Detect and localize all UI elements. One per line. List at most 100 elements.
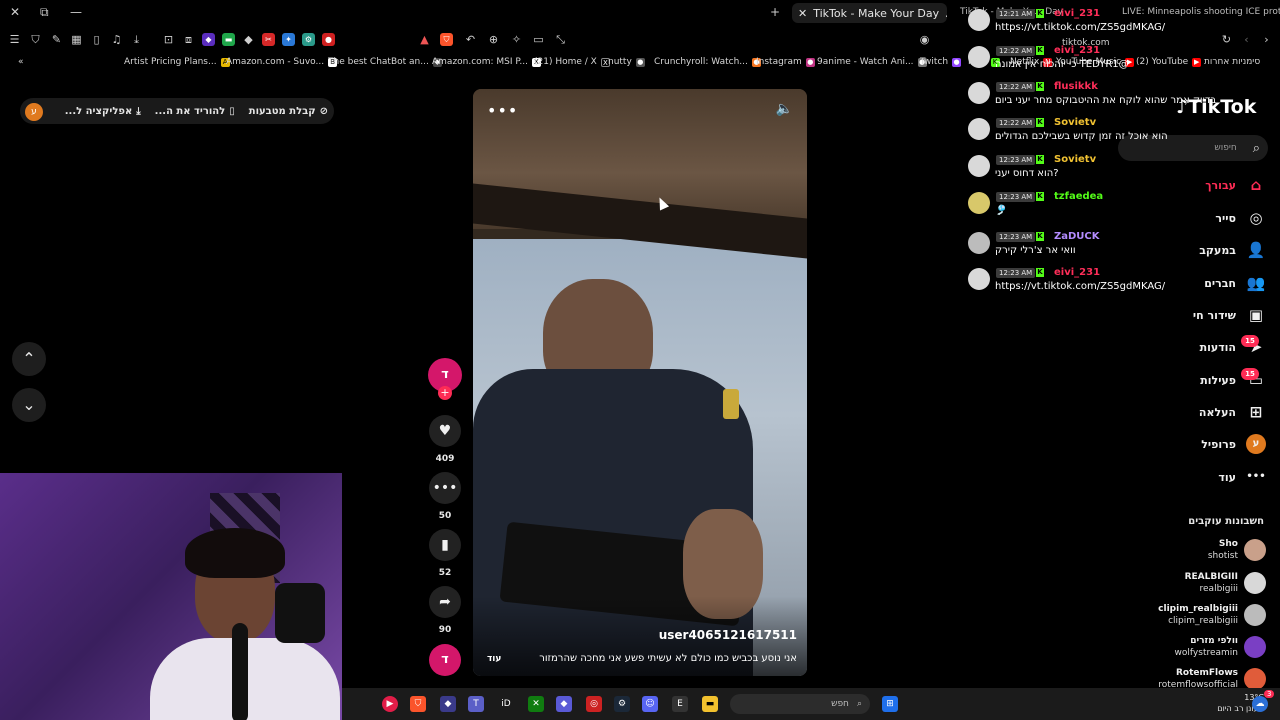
zoom-icon[interactable]: ⊕ <box>487 33 500 46</box>
sidebar-icon[interactable]: ▯ <box>90 33 103 46</box>
nav-for-you[interactable]: עבורך ⌂ <box>1205 175 1266 195</box>
taskbar-search-input[interactable]: חפש ⌕ <box>730 694 870 714</box>
file-explorer-icon[interactable]: ▬ <box>702 696 718 712</box>
sound-disc[interactable]: ד <box>429 644 461 676</box>
app-icon[interactable]: iD <box>498 696 514 712</box>
get-coins-button[interactable]: ⊘ קבלת מטבעות <box>249 106 328 117</box>
cast-icon[interactable]: ▭ <box>532 33 545 46</box>
menu-icon[interactable]: ☰ <box>8 33 21 46</box>
previous-video-button[interactable]: ⌃ <box>12 342 46 376</box>
bookmark[interactable]: 9anime - Watch Ani... ● <box>817 57 927 67</box>
minimize-icon[interactable]: — <box>70 5 82 19</box>
extension-icon[interactable]: ◆ <box>242 33 255 46</box>
following-account[interactable]: REALBIGIII realbigiii <box>1185 571 1266 595</box>
nav-live[interactable]: שידור חי ▣ <box>1193 305 1266 325</box>
app-icon[interactable]: ◆ <box>556 696 572 712</box>
nav-profile[interactable]: פרופיל ע <box>1201 434 1266 454</box>
epic-games-icon[interactable]: E <box>672 696 688 712</box>
brave-browser-icon[interactable]: ⛉ <box>410 696 426 712</box>
shield-icon[interactable]: ⛉ <box>29 33 42 46</box>
download-icon[interactable]: ⤓ <box>130 33 143 46</box>
pen-icon[interactable]: ✎ <box>50 33 63 46</box>
bookmark-label: Instagram <box>756 57 802 67</box>
bookmark[interactable]: Crunchyroll: Watch... ● <box>654 57 761 67</box>
chat-time: 12:23 AM <box>996 232 1036 242</box>
like-button[interactable]: ♥ <box>429 415 461 447</box>
steam-icon[interactable]: ⚙ <box>614 696 630 712</box>
bookmark[interactable]: Twitch ● <box>920 57 962 67</box>
app-icon[interactable]: ◎ <box>586 696 602 712</box>
app-icon[interactable]: ◆ <box>440 696 456 712</box>
caption-more-button[interactable]: עוד <box>487 654 501 664</box>
music-icon[interactable]: ♫ <box>110 33 123 46</box>
weather-icon[interactable]: ☁ <box>1252 696 1268 712</box>
video-username[interactable]: user4065121617511 <box>659 628 797 642</box>
tab-third[interactable]: LIVE: Minneapolis shooting ICE protes <box>1122 7 1280 17</box>
nav-friends[interactable]: חברים 👥 <box>1204 273 1266 293</box>
bookmark[interactable]: Amazon.com: MSI P... X <box>432 57 541 67</box>
media-app-icon[interactable]: ▶ <box>382 696 398 712</box>
nav-label: במעקב <box>1199 243 1236 257</box>
back-icon[interactable]: ‹ <box>1240 33 1253 46</box>
bookmark[interactable]: (21) Home / XX <box>534 57 610 67</box>
puzzle-icon[interactable]: ⧈ <box>182 33 195 46</box>
reload-icon[interactable]: ↻ <box>1220 33 1233 46</box>
bookmark-favicon-icon: ● <box>635 57 645 67</box>
bookmark[interactable]: Instagram ● <box>756 57 815 67</box>
xbox-icon[interactable]: ✕ <box>528 696 544 712</box>
bookmark[interactable]: Artist Pricing Plans... A <box>124 57 230 67</box>
video-player[interactable]: ••• 🔈 user4065121617511 אני נוסע בכביש כ… <box>473 89 807 676</box>
avatar[interactable]: ע <box>25 103 43 121</box>
speaker-icon[interactable]: 🔈 <box>776 101 793 117</box>
tab-close-icon[interactable]: ✕ <box>798 7 807 20</box>
extension-icon[interactable]: ✂ <box>262 33 275 46</box>
restore-icon[interactable]: ⧉ <box>40 5 49 20</box>
extension-icon[interactable]: ◆ <box>202 33 215 46</box>
translate-icon[interactable]: ⤡ <box>554 33 567 46</box>
nav-upload[interactable]: העלאה ⊞ <box>1199 402 1266 422</box>
follow-plus-icon[interactable]: + <box>438 386 452 400</box>
nav-explore[interactable]: סייר ◎ <box>1215 208 1266 228</box>
nav-label: העלאה <box>1198 405 1236 419</box>
teams-icon[interactable]: T <box>468 696 484 712</box>
close-window-icon[interactable]: ✕ <box>10 5 20 19</box>
chat-username: tzfaedea <box>1054 191 1104 202</box>
following-account[interactable]: clipim_realbigiii clipim_realbigiii <box>1158 603 1266 627</box>
chat-time: 12:21 AM <box>996 9 1036 19</box>
windows-start-icon[interactable]: ⊞ <box>882 696 898 712</box>
extension-icon[interactable]: ✦ <box>282 33 295 46</box>
app-for-button[interactable]: ⤓ אפליקציה ל... <box>65 106 141 117</box>
screenshot-icon[interactable]: ⊡ <box>162 33 175 46</box>
following-account[interactable]: וולפי מזרים wolfystreamin <box>1175 635 1266 659</box>
nav-label: פעילות <box>1200 373 1236 387</box>
download-app-button[interactable]: ▯ להוריד את ה... <box>155 106 235 117</box>
bookmark[interactable]: Amazon.com - Suvo... B <box>226 57 338 67</box>
tabs-icon[interactable]: ▦ <box>70 33 83 46</box>
undo-icon[interactable]: ↶ <box>464 33 477 46</box>
extension-icon[interactable]: ● <box>322 33 335 46</box>
extension-icon[interactable]: ▬ <box>222 33 235 46</box>
bookmark[interactable]: The best ChatBot an... ◆ <box>328 57 442 67</box>
warning-icon[interactable]: ▲ <box>418 33 431 46</box>
bookmark-folder[interactable]: סימניות אחרות <box>1204 57 1260 67</box>
share-button[interactable]: ➦ <box>429 586 461 618</box>
tools-icon[interactable]: ✧ <box>510 33 523 46</box>
following-account[interactable]: Sho shotist <box>1208 538 1266 562</box>
next-video-button[interactable]: ⌄ <box>12 388 46 422</box>
bookmark[interactable]: nutty ● <box>608 57 645 67</box>
discord-icon[interactable]: ☺ <box>642 696 658 712</box>
video-menu-icon[interactable]: ••• <box>487 101 518 120</box>
tab-active[interactable]: ✕ TikTok - Make Your Day ♪ <box>792 3 947 23</box>
new-tab-icon[interactable]: + <box>770 5 780 19</box>
bookmark[interactable]: (2) YouTube ▶ <box>1136 57 1202 67</box>
save-button[interactable]: ▮ <box>429 529 461 561</box>
nav-more[interactable]: עוד ••• <box>1218 467 1266 487</box>
extension-icon[interactable]: ⚙ <box>302 33 315 46</box>
bookmarks-collapse-icon[interactable]: « <box>18 57 24 67</box>
eye-off-icon[interactable]: ◉ <box>918 33 931 46</box>
brave-shield-icon[interactable]: ⛉ <box>440 33 453 46</box>
nav-following[interactable]: במעקב 👤 <box>1199 240 1266 260</box>
search-icon[interactable]: ⌕ <box>1253 141 1260 156</box>
comment-button[interactable]: ••• <box>429 472 461 504</box>
forward-icon[interactable]: › <box>1260 33 1273 46</box>
